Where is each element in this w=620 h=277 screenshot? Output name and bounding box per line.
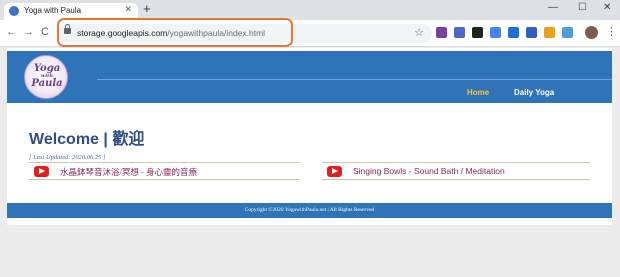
minimize-icon[interactable]: — [548,2,558,13]
window-close-icon[interactable]: ✕ [603,2,611,13]
nav-home-link[interactable]: Home [467,88,489,97]
header-divider [97,79,612,80]
star-extension-icon[interactable] [544,27,555,38]
translate-icon[interactable] [490,27,501,38]
counter-icon[interactable] [526,27,537,38]
page-title: Welcome | 歡迎 [29,131,145,148]
browser-menu-icon[interactable]: ⋮ [606,25,617,38]
nav-daily-yoga-link[interactable]: Daily Yoga [514,88,554,97]
bookmark-star-icon[interactable]: ☆ [414,26,424,39]
video-title[interactable]: 水晶鉢琴音沐浴/冥想 - 身心靈的音療 [60,166,197,178]
reader-icon[interactable] [454,27,465,38]
forward-icon[interactable]: → [23,26,34,38]
video-link-english[interactable]: Singing Bowls - Sound Bath / Meditation [322,162,590,180]
text-size-icon[interactable] [472,27,483,38]
layers-icon[interactable] [562,27,573,38]
favicon-icon [9,6,19,16]
logo-text: Yoga with Paula [31,63,63,89]
puzzle-icon[interactable] [508,27,519,38]
site-header: Yoga with Paula Home Daily Yoga [7,51,612,103]
tab-close-icon[interactable]: ✕ [124,4,132,15]
url-highlight-annotation [57,18,293,47]
site-logo[interactable]: Yoga with Paula [24,55,68,99]
youtube-icon [327,166,342,177]
video-link-chinese[interactable]: 水晶鉢琴音沐浴/冥想 - 身心靈的音療 [29,162,299,180]
youtube-icon [34,166,49,177]
tab-title: Yoga with Paula [24,6,82,15]
maximize-icon[interactable]: ☐ [578,2,587,13]
web-page: Yoga with Paula Home Daily Yoga Welcome … [7,48,612,225]
video-title[interactable]: Singing Bowls - Sound Bath / Meditation [353,166,505,176]
profile-avatar[interactable] [585,26,598,39]
back-icon[interactable]: ← [6,26,17,38]
reload-icon[interactable]: C [41,26,49,38]
cast-icon[interactable] [436,27,447,38]
copyright-text: Copyright ©2020 YogawithPaula.net | All … [244,207,375,213]
new-tab-button[interactable]: + [143,2,151,16]
tab-strip: Yoga with Paula ✕ + — ☐ ✕ [0,0,620,20]
last-updated-text: [ Last Updated: 2020.06.25 ] [29,154,106,161]
site-footer: Copyright ©2020 YogawithPaula.net | All … [7,203,612,218]
